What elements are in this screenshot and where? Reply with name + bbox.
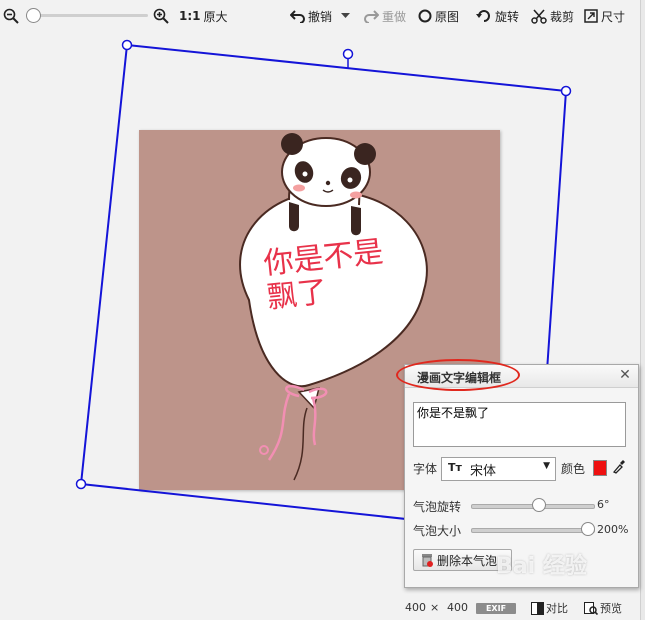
resize-icon — [584, 9, 598, 23]
rotate-icon — [476, 9, 492, 23]
toolbar: 1:1 原大 撤销 重做 原图 旋转 裁剪 尺寸 — [0, 0, 640, 32]
dialog-title: 漫画文字编辑框 — [417, 371, 502, 385]
font-label: 字体 — [413, 462, 438, 476]
eyedropper-icon[interactable] — [612, 459, 625, 478]
circle-icon — [418, 9, 432, 23]
comic-text-editor-dialog: 漫画文字编辑框 ✕ 你是不是飘了 字体 Tт 宋体 ▼ 颜色 气泡旋转 6° 气… — [404, 364, 639, 588]
size-value: 200% — [597, 523, 629, 536]
frame-corner-handle[interactable] — [121, 39, 133, 51]
resize-button[interactable]: 尺寸 — [584, 7, 625, 25]
zoom-in-icon[interactable] — [153, 7, 169, 25]
actual-size-prefix: 1:1 — [179, 9, 201, 23]
font-select[interactable]: Tт 宋体 ▼ — [441, 457, 556, 481]
original-label: 原图 — [435, 9, 460, 24]
delete-bubble-button[interactable]: 删除本气泡 — [413, 549, 512, 571]
redo-icon — [364, 9, 379, 23]
crop-label: 裁剪 — [550, 9, 575, 24]
compare-button[interactable]: 对比 — [531, 601, 568, 615]
font-select-value: 宋体 — [470, 464, 497, 479]
trash-icon — [420, 553, 434, 567]
compare-label: 对比 — [546, 602, 568, 615]
size-label: 尺寸 — [601, 9, 626, 24]
image-height: 400 — [447, 601, 468, 614]
scissors-icon — [531, 8, 547, 24]
image-width: 400 — [405, 601, 426, 614]
frame-rotate-handle[interactable] — [342, 48, 354, 60]
undo-button[interactable]: 撤销 — [290, 7, 332, 25]
size-label: 气泡大小 — [413, 524, 462, 538]
size-slider-knob[interactable] — [581, 522, 595, 536]
rotate-value: 6° — [597, 498, 610, 511]
zoom-slider-track[interactable] — [26, 14, 148, 17]
zoom-slider-knob[interactable] — [26, 8, 41, 23]
chevron-down-icon — [341, 13, 350, 19]
font-type-icon: Tт — [448, 461, 462, 474]
crop-button[interactable]: 裁剪 — [531, 7, 574, 25]
zoom-out-icon[interactable] — [3, 7, 19, 25]
size-slider-track[interactable] — [471, 528, 595, 533]
undo-icon — [290, 9, 305, 23]
chevron-down-icon: ▼ — [543, 461, 550, 471]
bubble-text-input[interactable]: 你是不是飘了 — [413, 402, 626, 447]
delete-bubble-label: 删除本气泡 — [437, 553, 498, 568]
dialog-titlebar[interactable]: 漫画文字编辑框 ✕ — [405, 365, 638, 388]
redo-button[interactable]: 重做 — [364, 7, 406, 25]
actual-size-button[interactable]: 1:1 原大 — [179, 7, 228, 25]
preview-icon — [584, 601, 598, 615]
frame-corner-handle[interactable] — [75, 478, 87, 490]
redo-label: 重做 — [382, 9, 407, 24]
rotate-button[interactable]: 旋转 — [476, 7, 519, 25]
scrollbar[interactable] — [640, 0, 645, 620]
preview-label: 预览 — [600, 602, 622, 615]
close-icon[interactable]: ✕ — [617, 367, 633, 383]
actual-size-label: 原大 — [203, 9, 228, 24]
rotate-label: 旋转 — [495, 9, 520, 24]
exif-button[interactable]: EXIF — [476, 603, 516, 614]
undo-label: 撤销 — [308, 9, 333, 24]
dimension-separator: × — [430, 601, 440, 614]
preview-button[interactable]: 预览 — [584, 601, 622, 615]
rotate-label: 气泡旋转 — [413, 500, 462, 514]
rotate-slider-knob[interactable] — [531, 498, 546, 512]
undo-dropdown[interactable] — [341, 7, 350, 25]
color-label: 颜色 — [561, 462, 586, 476]
original-image-button[interactable]: 原图 — [418, 7, 459, 25]
frame-corner-handle[interactable] — [560, 85, 572, 97]
compare-icon — [531, 601, 544, 615]
color-swatch[interactable] — [593, 460, 607, 476]
